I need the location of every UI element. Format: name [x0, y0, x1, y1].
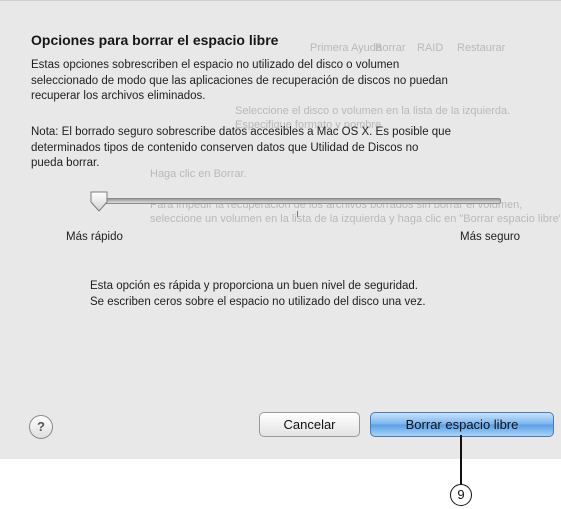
intro-line-3: recuperar los archivos eliminados. [31, 90, 206, 102]
erase-free-space-button[interactable]: Borrar espacio libre [370, 412, 554, 437]
intro-line-2: seleccionado de modo que las aplicacione… [31, 74, 448, 87]
intro-line-1: Estas opciones sobrescriben el espacio n… [31, 59, 400, 71]
security-slider-track[interactable] [97, 198, 501, 204]
erase-free-space-sheet: Primera Ayuda Borrar RAID Restaurar Sele… [0, 0, 561, 459]
option-description: Esta opción es rápida y proporciona un b… [90, 279, 530, 310]
ghost-tab-raid: RAID [417, 42, 444, 54]
ghost-tab-erase: Borrar [375, 42, 406, 54]
slider-tick-middle [297, 211, 298, 217]
cancel-button[interactable]: Cancelar [259, 412, 360, 437]
help-button[interactable]: ? [29, 415, 53, 439]
note-line-2: determinados tipos de contenido conserve… [31, 141, 419, 154]
note-line-3: pueda borrar. [31, 157, 100, 169]
callout-number-badge: 9 [450, 484, 472, 506]
ghost-tab-restore: Restaurar [457, 42, 506, 54]
ghost-line-5: seleccione un volumen en la lista de la … [150, 213, 561, 225]
description-line-1: Esta opción es rápida y proporciona un b… [90, 280, 418, 292]
note-text: Nota: El borrado seguro sobrescribe dato… [31, 125, 546, 172]
intro-text: Estas opciones sobrescriben el espacio n… [31, 58, 546, 105]
ghost-line-1: Seleccione el disco o volumen en la list… [235, 105, 511, 117]
slider-max-label: Más seguro [460, 231, 521, 243]
security-slider-thumb[interactable] [89, 191, 109, 213]
callout-line [460, 435, 462, 485]
note-line-1: Nota: El borrado seguro sobrescribe dato… [31, 126, 451, 138]
dialog-title: Opciones para borrar el espacio libre [31, 32, 279, 48]
slider-min-label: Más rápido [66, 231, 123, 243]
ghost-tab-first-aid: Primera Ayuda [310, 42, 382, 54]
description-line-2: Se escriben ceros sobre el espacio no ut… [90, 295, 426, 308]
